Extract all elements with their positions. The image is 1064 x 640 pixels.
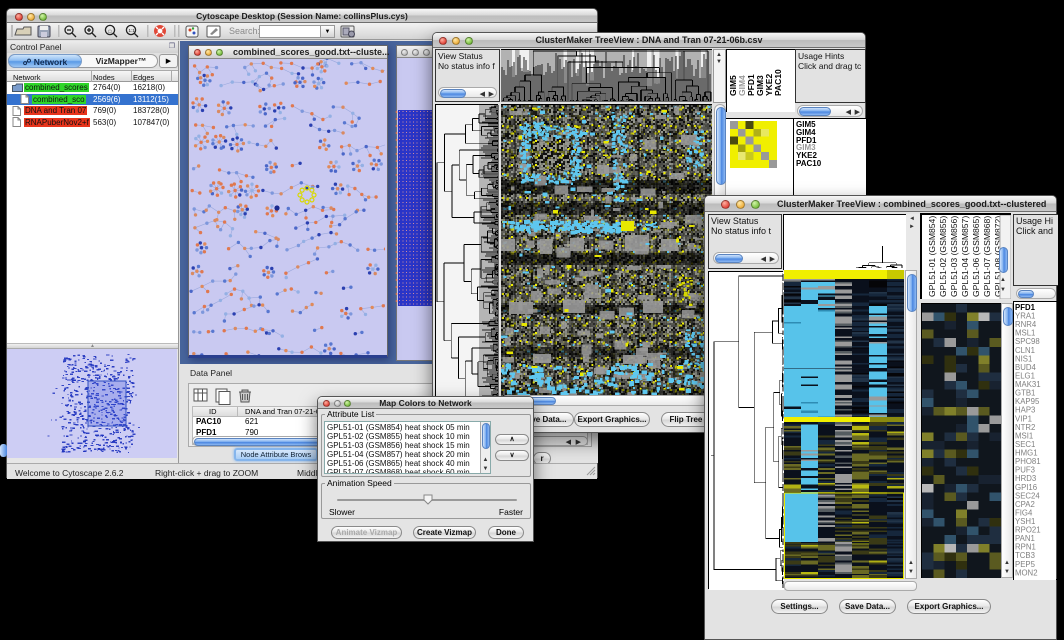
svg-text:GPL51-07 (GSM868): GPL51-07 (GSM868) xyxy=(982,216,992,297)
svg-text:GPL51-01 (GSM854): GPL51-01 (GSM854) xyxy=(927,216,937,297)
svg-text:GPL51-03 (GSM856): GPL51-03 (GSM856) xyxy=(949,216,959,297)
svg-text:PAC10: PAC10 xyxy=(773,69,783,96)
svg-text:▢: ▢ xyxy=(108,29,112,34)
svg-text:GPL51-06 (GSM865): GPL51-06 (GSM865) xyxy=(971,216,981,297)
svg-text:1:1: 1:1 xyxy=(129,28,136,33)
svg-text:GPL51-02 (GSM855): GPL51-02 (GSM855) xyxy=(938,216,948,297)
svg-text:GPL51-04 (GSM857): GPL51-04 (GSM857) xyxy=(960,216,970,297)
